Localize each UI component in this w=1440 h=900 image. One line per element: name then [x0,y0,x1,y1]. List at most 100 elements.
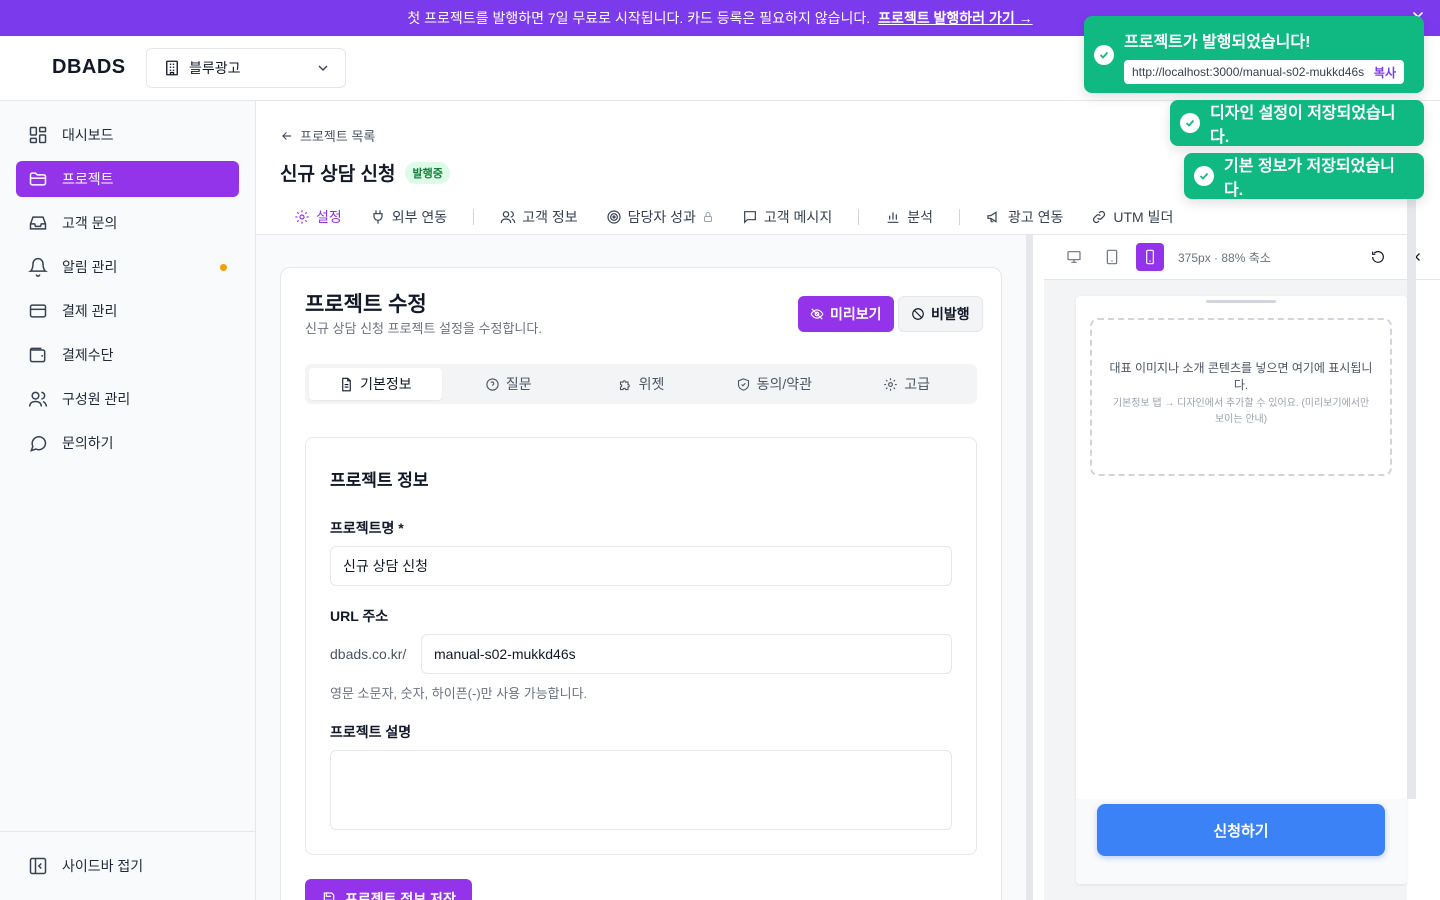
preview-button[interactable]: 미리보기 [798,296,894,332]
tab-label: 광고 연동 [1007,209,1064,225]
placeholder-text: 대표 이미지나 소개 콘텐츠를 넣으면 여기에 표시됩니다. [1109,361,1373,392]
url-slug-input[interactable]: manual-s02-mukkd46s [421,634,952,674]
hero-placeholder: 대표 이미지나 소개 콘텐츠를 넣으면 여기에 표시됩니다. 기본정보 탭 → … [1090,318,1392,476]
subtab-basic-info[interactable]: 기본정보 [309,368,442,400]
apply-cta-button[interactable]: 신청하기 [1097,804,1385,856]
organization-select[interactable]: 블루광고 [146,48,346,88]
copy-url-button[interactable]: 복사 [1374,64,1396,81]
sidebar-item-contact[interactable]: 문의하기 [16,425,239,461]
section-title: 프로젝트 정보 [330,471,429,490]
subtab-questions[interactable]: 질문 [442,368,575,400]
save-icon [321,891,337,900]
sidebar-collapse-icon [28,856,48,876]
published-url[interactable]: http://localhost:3000/manual-s02-mukkd46… [1132,65,1366,79]
unpublish-button[interactable]: 비발행 [898,296,983,332]
users-icon [500,209,516,225]
toast-message: 프로젝트가 발행되었습니다! [1124,34,1311,51]
sidebar-item-notifications[interactable]: 알림 관리 [16,249,239,285]
ban-icon [911,307,925,321]
project-name-input[interactable]: 신규 상담 신청 [330,546,952,586]
folder-icon [28,169,48,189]
sidebar: 대시보드 프로젝트 고객 문의 알림 관리 결제 관리 결제수단 구성원 관리 [0,101,256,900]
bar-chart-icon [885,209,901,225]
tab-label: 담당자 성과 [627,209,696,225]
tab-divider [858,209,860,225]
sidebar-item-billing[interactable]: 결제 관리 [16,293,239,329]
credit-card-icon [28,301,48,321]
save-label: 프로젝트 정보 저장 [345,891,456,900]
sidebar-item-label: 문의하기 [62,435,114,451]
subtab-label: 위젯 [638,376,665,392]
chevron-down-icon [315,60,331,76]
subtab-label: 동의/약관 [756,376,812,392]
panel-resize-handle[interactable] [1026,235,1033,900]
tab-customer-messages[interactable]: 고객 메시지 [728,199,846,235]
refresh-preview-button[interactable] [1364,243,1392,271]
subtab-advanced[interactable]: 고급 [840,368,973,400]
refresh-icon [1370,249,1386,265]
sidebar-item-dashboard[interactable]: 대시보드 [16,117,239,153]
tab-divider [958,209,960,225]
mobile-preview-frame: 대표 이미지나 소개 콘텐츠를 넣으면 여기에 표시됩니다. 기본정보 탭 → … [1076,296,1407,884]
building-icon [163,59,181,77]
chat-bubble-icon [28,433,48,453]
arrow-left-icon [280,129,294,143]
page-title: 신규 상담 신청 [280,164,396,185]
sidebar-item-members[interactable]: 구성원 관리 [16,381,239,417]
monitor-icon [1066,249,1082,265]
preview-scrollbar[interactable] [1407,179,1416,799]
project-edit-card: 프로젝트 수정 신규 상담 신청 프로젝트 설정을 수정합니다. 미리보기 비발… [280,267,1002,900]
sidebar-item-projects[interactable]: 프로젝트 [16,161,239,197]
tab-staff-performance[interactable]: 담당자 성과 [592,199,728,235]
sidebar-item-label: 대시보드 [62,127,114,143]
toast-published: 프로젝트가 발행되었습니다! http://localhost:3000/man… [1084,16,1424,93]
card-title: 프로젝트 수정 [305,293,427,316]
tab-analytics[interactable]: 분석 [871,199,947,235]
tablet-icon [1104,249,1120,265]
check-circle-icon [1180,113,1200,133]
tab-utm-builder[interactable]: UTM 빌더 [1077,199,1187,235]
subtab-label: 기본정보 [360,376,412,392]
wallet-icon [28,345,48,365]
url-prefix: dbads.co.kr/ [330,646,407,662]
sidebar-item-payment-methods[interactable]: 결제수단 [16,337,239,373]
banner-link[interactable]: 프로젝트 발행하러 가기 → [878,8,1032,28]
tab-label: 고객 메시지 [763,209,833,225]
plug-icon [370,209,386,225]
help-circle-icon [485,377,500,392]
desktop-view-button[interactable] [1060,243,1088,271]
users-icon [28,389,48,409]
subtab-consent-terms[interactable]: 동의/약관 [707,368,840,400]
description-textarea[interactable] [330,750,952,830]
placeholder-hint: 기본정보 탭 → 디자인에서 추가할 수 있어요. (미리보기에서만 보이는 안… [1112,398,1370,425]
sidebar-item-label: 구성원 관리 [62,391,131,407]
toast-basic-saved: 기본 정보가 저장되었습니다. [1184,153,1424,199]
message-square-icon [742,209,758,225]
save-project-info-button[interactable]: 프로젝트 정보 저장 [305,879,472,900]
preview-label: 미리보기 [830,306,882,322]
settings-subtabs: 기본정보 질문 위젯 동의/약관 고급 [305,364,977,404]
tab-customer-info[interactable]: 고객 정보 [486,199,591,235]
back-to-projects-link[interactable]: 프로젝트 목록 [280,126,375,145]
eye-off-icon [810,307,824,321]
url-label: URL 주소 [330,608,389,624]
subtab-label: 고급 [904,376,930,392]
sidebar-item-inquiries[interactable]: 고객 문의 [16,205,239,241]
check-circle-icon [1094,45,1114,65]
published-url-box: http://localhost:3000/manual-s02-mukkd46… [1124,60,1404,84]
link-icon [1091,209,1107,225]
tablet-view-button[interactable] [1098,243,1126,271]
mobile-view-button[interactable] [1136,243,1164,271]
preview-canvas: 대표 이미지나 소개 콘텐츠를 넣으면 여기에 표시됩니다. 기본정보 탭 → … [1044,280,1407,900]
subtab-label: 질문 [505,376,532,392]
gear-icon [883,377,898,392]
main-content: 프로젝트 목록 신규 상담 신청 발행중 설정 외부 연동 고객 정보 담당자 … [256,101,1440,900]
tab-settings[interactable]: 설정 [280,199,356,236]
tab-external-integration[interactable]: 외부 연동 [356,199,461,235]
tab-ad-integration[interactable]: 광고 연동 [972,199,1077,235]
file-text-icon [339,377,354,392]
subtab-widget[interactable]: 위젯 [575,368,708,400]
logo[interactable]: DBADS [52,56,126,79]
sidebar-collapse-button[interactable]: 사이드바 접기 [0,831,255,900]
dashboard-icon [28,125,48,145]
